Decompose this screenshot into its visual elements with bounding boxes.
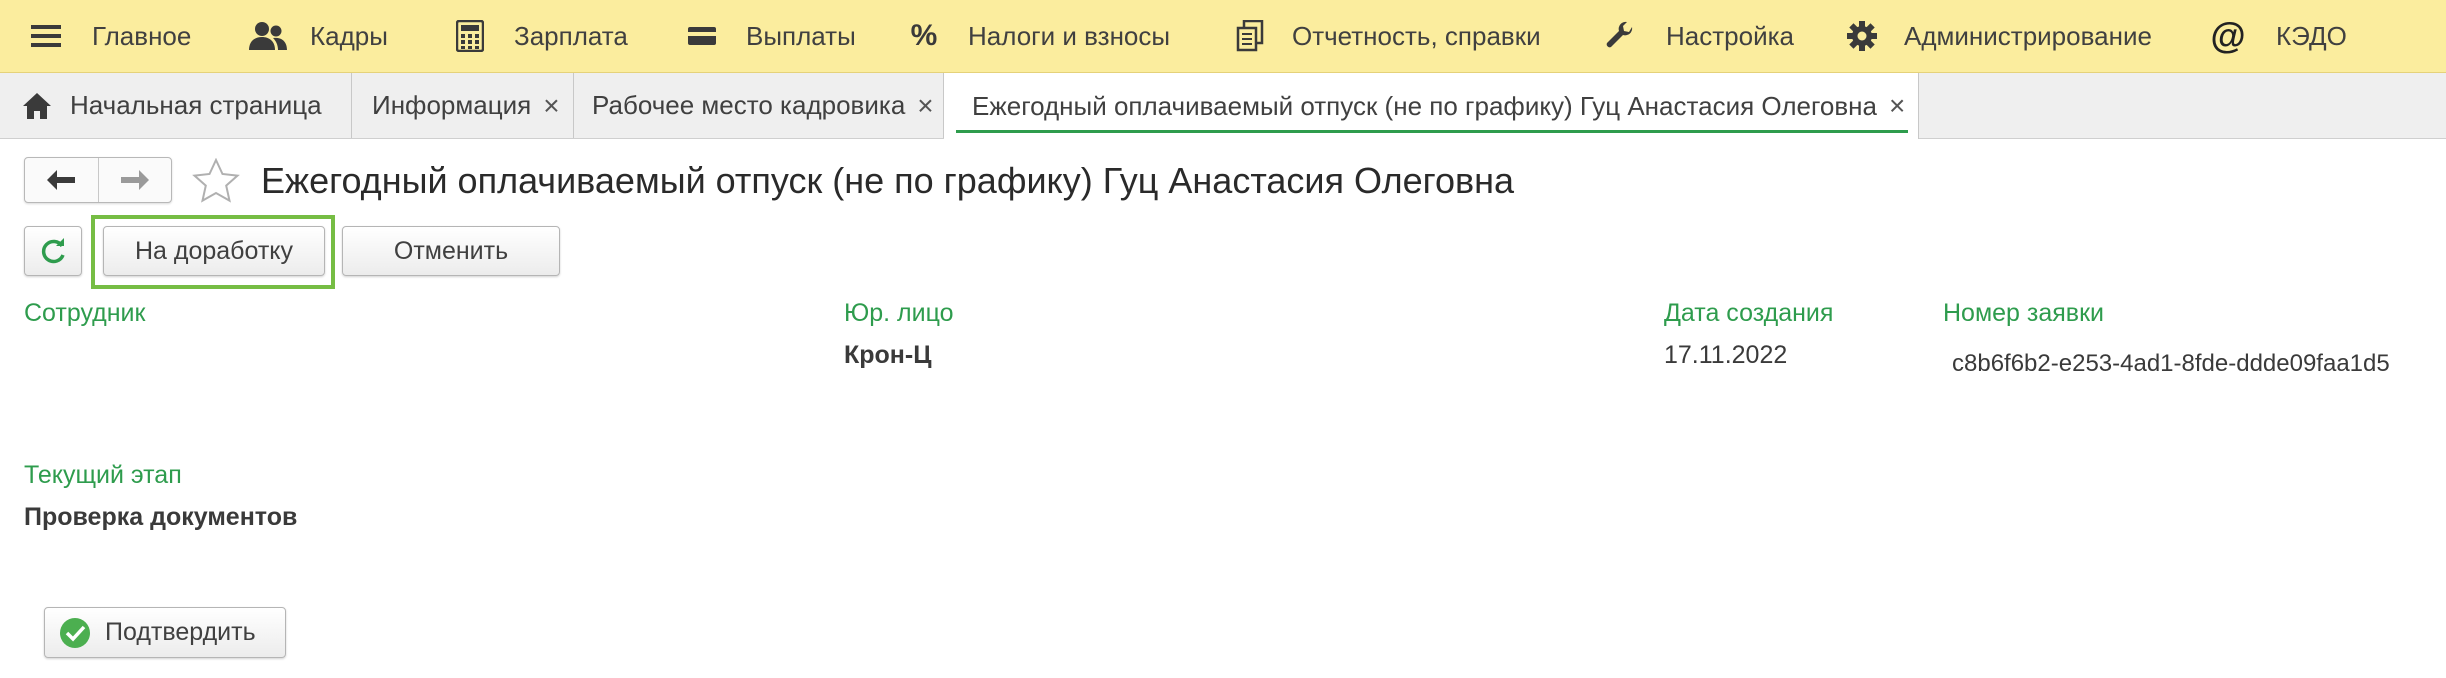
menu-item-label: Администрирование xyxy=(1904,20,2152,51)
menu-item-kedo[interactable]: @ КЭДО xyxy=(2208,0,2347,72)
main-menu-bar: Главное Кадры Зарплата Выплаты % Налоги … xyxy=(0,0,2446,73)
close-icon[interactable]: × xyxy=(1889,92,1905,120)
refresh-button[interactable] xyxy=(24,226,82,276)
menu-item-main[interactable]: Главное xyxy=(26,0,191,72)
wallet-icon xyxy=(682,16,722,56)
current-stage-value: Проверка документов xyxy=(24,503,298,531)
menu-item-hr[interactable]: Кадры xyxy=(248,0,388,72)
legal-entity-value: Крон-Ц xyxy=(844,341,932,369)
menu-item-reports[interactable]: Отчетность, справки xyxy=(1230,0,1541,72)
favorite-star-icon[interactable] xyxy=(192,157,240,209)
tab-label: Начальная страница xyxy=(70,90,322,120)
menu-item-label: Зарплата xyxy=(514,20,628,51)
menu-item-admin[interactable]: Администрирование xyxy=(1842,0,2152,72)
request-number-label: Номер заявки xyxy=(1943,299,2104,327)
employee-label: Сотрудник xyxy=(24,299,146,327)
tab-vacation-document[interactable]: Ежегодный оплачиваемый отпуск (не по гра… xyxy=(944,73,1919,139)
send-for-rework-button[interactable]: На доработку xyxy=(103,226,325,276)
wrench-icon xyxy=(1600,16,1640,56)
tab-home[interactable]: Начальная страница xyxy=(0,73,352,138)
tab-info[interactable]: Информация × xyxy=(352,73,574,138)
created-date-value: 17.11.2022 xyxy=(1664,341,1788,369)
menu-item-taxes[interactable]: % Налоги и взносы xyxy=(908,0,1170,72)
percent-icon: % xyxy=(910,19,938,52)
menu-item-payments[interactable]: Выплаты xyxy=(682,0,856,72)
close-icon[interactable]: × xyxy=(543,91,559,120)
active-tab-indicator xyxy=(956,130,1908,133)
confirm-label: Подтвердить xyxy=(105,618,256,646)
arrow-right-icon xyxy=(120,170,149,190)
check-circle-icon xyxy=(60,617,90,648)
home-icon xyxy=(22,92,52,120)
menu-item-label: Выплаты xyxy=(746,20,856,51)
people-icon xyxy=(248,16,288,56)
menu-item-label: Главное xyxy=(92,20,192,51)
tab-label: Рабочее место кадровика xyxy=(592,90,906,120)
gear-icon xyxy=(1842,16,1882,56)
tab-label: Информация xyxy=(372,90,532,120)
confirm-button[interactable]: Подтвердить xyxy=(44,607,286,658)
request-number-value: c8b6f6b2-e253-4ad1-8fde-ddde09faa1d5 xyxy=(1952,350,2390,377)
tab-label: Ежегодный оплачиваемый отпуск (не по гра… xyxy=(972,90,1877,121)
menu-item-salary[interactable]: Зарплата xyxy=(450,0,628,72)
back-button[interactable] xyxy=(25,158,98,202)
cancel-button[interactable]: Отменить xyxy=(342,226,560,276)
menu-item-label: Отчетность, справки xyxy=(1292,20,1541,51)
menu-item-label: Настройка xyxy=(1666,20,1794,51)
history-navigation xyxy=(24,157,172,203)
legal-entity-label: Юр. лицо xyxy=(844,299,954,327)
refresh-icon xyxy=(41,238,65,264)
menu-item-label: Налоги и взносы xyxy=(968,20,1171,51)
calculator-icon xyxy=(450,16,490,56)
reports-icon xyxy=(1230,16,1270,56)
hamburger-icon xyxy=(26,16,66,56)
menu-item-label: КЭДО xyxy=(2276,20,2347,51)
created-date-label: Дата создания xyxy=(1664,299,1834,327)
menu-item-label: Кадры xyxy=(310,20,388,51)
arrow-left-icon xyxy=(47,170,76,190)
at-icon: @ xyxy=(2210,15,2246,56)
tabs-bar: Начальная страница Информация × Рабочее … xyxy=(0,73,2446,139)
page-title: Ежегодный оплачиваемый отпуск (не по гра… xyxy=(261,160,1515,201)
forward-button[interactable] xyxy=(97,158,172,202)
menu-item-settings[interactable]: Настройка xyxy=(1600,0,1794,72)
close-icon[interactable]: × xyxy=(917,91,933,120)
current-stage-label: Текущий этап xyxy=(24,461,182,489)
tab-hr-workplace[interactable]: Рабочее место кадровика × xyxy=(574,73,944,138)
